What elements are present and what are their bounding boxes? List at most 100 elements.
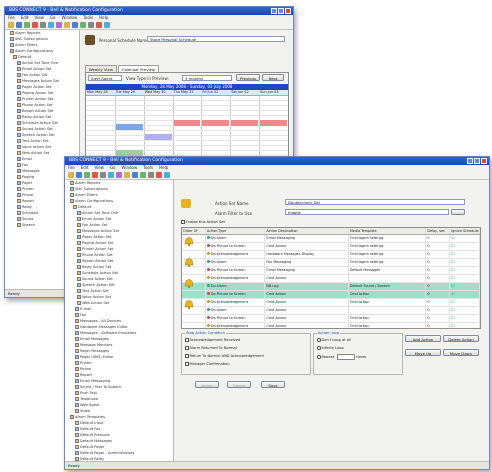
toolbar-button-icon[interactable] (76, 172, 82, 178)
menu-item[interactable]: View (94, 165, 104, 171)
move-up-button[interactable]: Move Up (405, 349, 441, 356)
menu-item[interactable]: Tools (143, 165, 153, 171)
column-header[interactable]: Order Of (182, 228, 206, 234)
view-type-select[interactable]: 3 months (182, 75, 232, 81)
stop-option-checkbox[interactable]: Acknowledgement Received (185, 338, 240, 342)
alarm-filter-browse-button[interactable]: … (451, 209, 465, 216)
maximize-icon[interactable] (278, 8, 284, 14)
menu-item[interactable]: Help (159, 165, 168, 171)
action-cell[interactable]: ☑ (450, 259, 480, 266)
toolbar-button-icon[interactable] (80, 22, 86, 28)
toolbar-button-icon[interactable] (24, 22, 30, 28)
delete-action-button[interactable]: Delete Action (443, 335, 479, 342)
menu-item[interactable]: File (8, 15, 15, 21)
action-row[interactable]: 1Do AcknowledgementHardware Messages Dis… (182, 251, 480, 259)
action-cell[interactable]: ☑ (450, 235, 480, 242)
action-cell[interactable]: ☑ (450, 307, 480, 314)
toolbar-button-icon[interactable] (92, 172, 98, 178)
menu-item[interactable]: Window (122, 165, 138, 171)
add-action-button[interactable]: Add Action (405, 335, 441, 342)
loop-option-radio[interactable]: Don't Loop at all (317, 338, 351, 342)
calendar-event[interactable] (173, 120, 201, 126)
calendar-event[interactable] (231, 120, 259, 126)
stop-option-checkbox[interactable]: Return To Normal AND Acknowledgement (185, 354, 264, 358)
alert-agent-field[interactable]: Alert Agent (88, 75, 122, 81)
action-cell[interactable]: Cmd Action (349, 323, 427, 328)
action-cell[interactable]: ☑ (450, 267, 480, 274)
calendar-event[interactable] (202, 120, 230, 126)
toolbar-button-icon[interactable] (64, 22, 70, 28)
action-row[interactable]: 2Do Picture to ScreenEmail MessagingDefa… (182, 267, 480, 275)
action-cell[interactable]: Cmd Agent settings (349, 251, 427, 258)
toolbar-button-icon[interactable] (68, 172, 74, 178)
close-icon[interactable] (481, 158, 487, 164)
toolbar-button-icon[interactable] (104, 22, 110, 28)
action-cell[interactable]: Cmd Agent settings (349, 243, 427, 250)
loop-option-radio[interactable]: Repeat times (317, 354, 366, 360)
repeat-count-field[interactable] (337, 354, 356, 360)
action-row[interactable]: 1Do Picture to ScreenCmd ActionCmd Agent… (182, 243, 480, 251)
toolbar-button-icon[interactable] (84, 172, 90, 178)
action-grid[interactable]: Order Of Action Type Action Destination Med… (181, 227, 481, 329)
toolbar-button-icon[interactable] (88, 22, 94, 28)
column-header[interactable]: Action Destination (265, 228, 349, 234)
maximize-icon[interactable] (474, 158, 480, 164)
menu-item[interactable]: Help (99, 15, 108, 21)
action-row[interactable]: 4Do AlarmCmd Action0☑ (182, 307, 480, 315)
enable-action-set-checkbox[interactable]: Enable this Action Set (181, 220, 225, 224)
action-cell[interactable]: Cmd Agent settings (349, 259, 427, 266)
action-cell[interactable]: Cmd Action (349, 299, 427, 306)
menu-item[interactable]: Go (50, 15, 56, 21)
loop-option-radio[interactable]: Infinite Loop (317, 346, 344, 350)
action-cell[interactable]: Default Sound / Speech (349, 283, 427, 290)
column-header[interactable]: Media Template (349, 228, 427, 234)
previous-button[interactable]: Previous (236, 74, 260, 81)
toolbar-button-icon[interactable] (140, 172, 146, 178)
stop-option-checkbox[interactable]: Alarm Returned To Normal (185, 346, 237, 350)
minimize-icon[interactable] (467, 158, 473, 164)
action-cell[interactable] (349, 307, 427, 314)
action-cell[interactable]: Cmd Action (349, 291, 427, 298)
toolbar-button-icon[interactable] (100, 172, 106, 178)
action-cell[interactable]: ☑ (450, 315, 480, 322)
action-set-name-field[interactable]: Doublecheck Set (285, 199, 465, 205)
calendar-event[interactable] (115, 124, 143, 130)
action-row[interactable]: 2Do AcknowledgementCmd Action0☑ (182, 275, 480, 283)
action-cell[interactable]: ☑ (450, 283, 480, 290)
menu-item[interactable]: Go (110, 165, 116, 171)
close-icon[interactable] (285, 8, 291, 14)
action-cell[interactable]: ☑ (450, 299, 480, 306)
action-cell[interactable] (349, 275, 427, 282)
column-header[interactable]: Action Type (206, 228, 266, 234)
toolbar-button-icon[interactable] (8, 22, 14, 28)
move-down-button[interactable]: Move Down (443, 349, 479, 356)
menu-item[interactable]: Window (62, 15, 78, 21)
toolbar-button-icon[interactable] (56, 22, 62, 28)
action-row[interactable]: 3Do Picture to ScreenCmd ActionCmd Actio… (182, 291, 480, 299)
action-cell[interactable]: ☑ (450, 251, 480, 258)
stop-option-checkbox[interactable]: Manager Confirmation (185, 362, 230, 366)
toolbar-button-icon[interactable] (132, 172, 138, 178)
toolbar-button-icon[interactable] (72, 22, 78, 28)
action-cell[interactable]: ☑ (450, 275, 480, 282)
action-cell[interactable]: ☑ (450, 323, 480, 328)
menu-item[interactable]: File (68, 165, 75, 171)
toolbar-button-icon[interactable] (40, 22, 46, 28)
action-row[interactable]: 4Do AcknowledgementCmd ActionCmd Action0… (182, 323, 480, 328)
action-row[interactable]: 3Do AlarmDB LogDefault Sound / Speech0☑ (182, 283, 480, 291)
next-button[interactable]: Next (262, 74, 284, 81)
action-cell[interactable]: ☑ (450, 243, 480, 250)
toolbar-button-icon[interactable] (164, 172, 170, 178)
calendar-event[interactable] (144, 134, 172, 140)
action-cell[interactable]: Default Messages (349, 267, 427, 274)
back-window-titlebar[interactable]: BBS CONNECT 9 - Bell & Notification Conf… (5, 7, 293, 15)
menu-item[interactable]: Edit (21, 15, 29, 21)
save-button[interactable]: Save (261, 381, 285, 388)
action-row[interactable]: 2Do AlarmFax MessagingCmd Agent settings… (182, 259, 480, 267)
toolbar-button-icon[interactable] (116, 172, 122, 178)
schedule-name-field[interactable]: Store Personal Schedule (147, 36, 285, 42)
action-row[interactable]: 1Do AlarmEmail MessagingCmd Agent settin… (182, 235, 480, 243)
toolbar-button-icon[interactable] (96, 22, 102, 28)
calendar-event[interactable] (260, 120, 287, 126)
toolbar-button-icon[interactable] (32, 22, 38, 28)
